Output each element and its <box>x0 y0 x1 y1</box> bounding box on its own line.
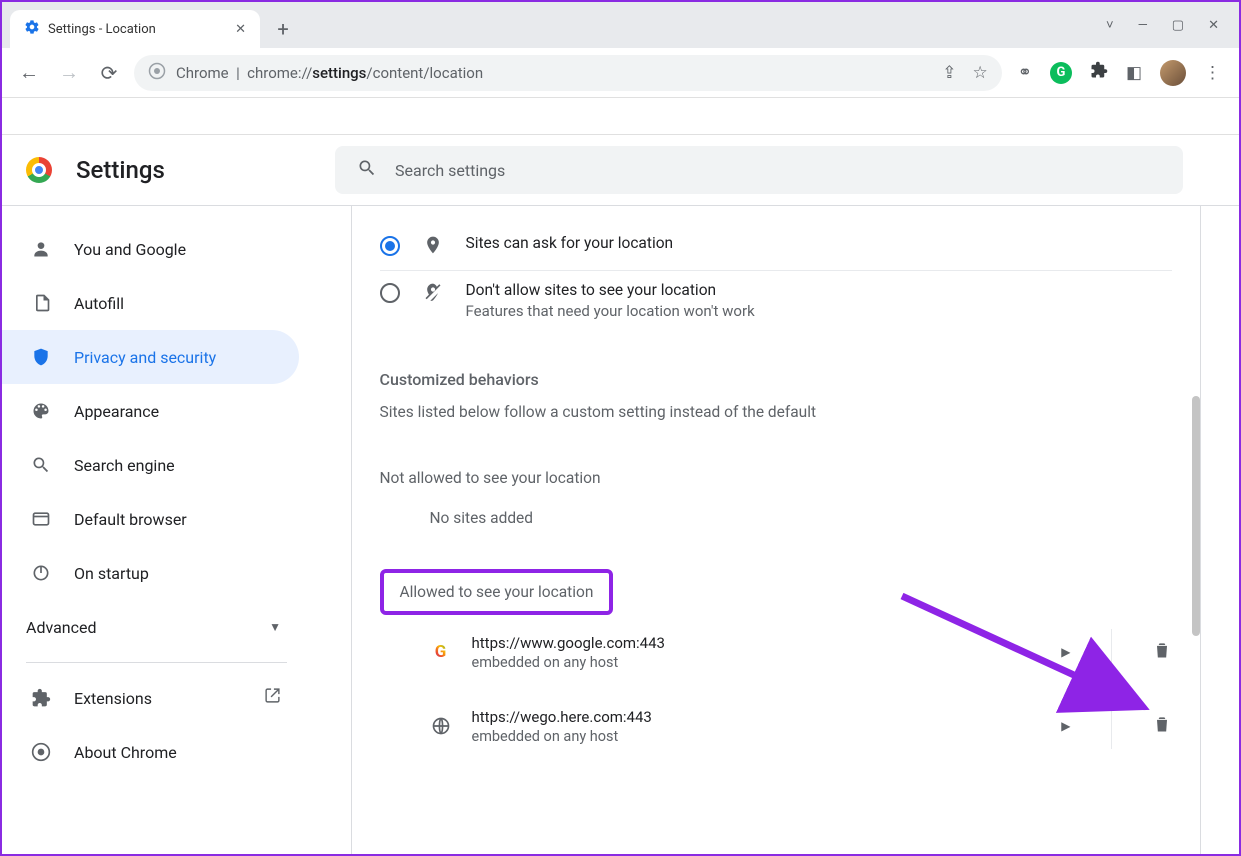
advanced-label: Advanced <box>26 618 97 637</box>
puzzle-icon <box>30 688 52 708</box>
browser-icon <box>30 509 52 529</box>
kebab-menu-icon[interactable]: ⋮ <box>1204 63 1221 83</box>
customized-behaviors-title: Customized behaviors <box>380 370 1172 389</box>
shield-icon <box>30 347 52 367</box>
radio-selected-icon[interactable] <box>380 236 400 256</box>
sidebar-item-label: Default browser <box>74 510 187 529</box>
settings-sidebar: You and Google Autofill Privacy and secu… <box>2 206 312 854</box>
external-link-icon <box>264 687 281 709</box>
radio-unselected-icon[interactable] <box>380 283 400 303</box>
browser-tab[interactable]: Settings - Location ✕ <box>10 10 260 48</box>
gear-icon <box>24 19 40 39</box>
extensions-puzzle-icon[interactable] <box>1090 61 1108 84</box>
search-settings-input[interactable]: Search settings <box>335 146 1183 194</box>
not-allowed-heading: Not allowed to see your location <box>380 469 1172 487</box>
address-bar[interactable]: Chrome | chrome://settings/content/locat… <box>134 55 1002 91</box>
allowed-site-row[interactable]: G https://www.google.com:443 embedded on… <box>380 615 1172 689</box>
delete-site-button[interactable] <box>1152 714 1172 738</box>
sidebar-item-label: Search engine <box>74 456 175 475</box>
extension-icon-1[interactable]: ⚭ <box>1018 63 1032 83</box>
grammarly-icon[interactable]: G <box>1050 62 1072 84</box>
chevron-down-icon[interactable]: ˅ <box>1106 17 1114 33</box>
chrome-grey-icon <box>30 742 52 762</box>
side-panel-icon[interactable]: ◧ <box>1126 63 1142 83</box>
url-text: Chrome | chrome://settings/content/locat… <box>176 64 483 82</box>
close-window-icon[interactable]: ✕ <box>1208 18 1219 33</box>
search-placeholder: Search settings <box>395 161 505 180</box>
sidebar-item-on-startup[interactable]: On startup <box>2 546 299 600</box>
sidebar-item-appearance[interactable]: Appearance <box>2 384 299 438</box>
sidebar-advanced[interactable]: Advanced ▼ <box>2 600 311 654</box>
scrollbar-thumb[interactable] <box>1192 396 1200 636</box>
search-icon <box>30 455 52 475</box>
site-url: https://wego.here.com:443 <box>472 708 652 726</box>
allowed-site-row[interactable]: https://wego.here.com:443 embedded on an… <box>380 689 1172 763</box>
star-icon[interactable]: ☆ <box>972 63 987 83</box>
page-title: Settings <box>76 156 165 184</box>
sidebar-item-search-engine[interactable]: Search engine <box>2 438 299 492</box>
chrome-logo <box>26 157 52 183</box>
delete-site-button[interactable] <box>1152 640 1172 664</box>
allowed-heading-highlight: Allowed to see your location <box>380 569 614 615</box>
google-favicon: G <box>430 641 452 663</box>
site-url: https://www.google.com:443 <box>472 634 665 652</box>
avatar[interactable] <box>1160 60 1186 86</box>
chrome-grey-icon <box>148 62 166 84</box>
sidebar-item-you-and-google[interactable]: You and Google <box>2 222 299 276</box>
sidebar-item-label: Privacy and security <box>74 348 216 367</box>
sidebar-item-label: Extensions <box>74 689 152 708</box>
site-sublabel: embedded on any host <box>472 654 665 671</box>
globe-favicon <box>430 715 452 737</box>
sidebar-item-label: Autofill <box>74 294 124 313</box>
sidebar-item-about-chrome[interactable]: About Chrome <box>2 725 299 779</box>
clipboard-icon <box>30 293 52 313</box>
tab-title: Settings - Location <box>48 22 156 37</box>
location-pin-icon <box>422 235 444 260</box>
chevron-right-icon[interactable]: ▶ <box>1061 719 1070 733</box>
browser-toolbar: ← → ⟳ Chrome | chrome://settings/content… <box>2 48 1239 98</box>
settings-header: Settings Search settings <box>2 135 1239 206</box>
main-panel: Sites can ask for your location Don't al… <box>312 206 1239 854</box>
customized-behaviors-desc: Sites listed below follow a custom setti… <box>380 403 1172 421</box>
user-icon <box>30 239 52 259</box>
allowed-heading: Allowed to see your location <box>400 583 594 601</box>
no-sites-added: No sites added <box>430 509 1172 527</box>
radio-sites-can-ask[interactable]: Sites can ask for your location <box>380 224 1172 270</box>
new-tab-button[interactable]: + <box>268 14 298 44</box>
site-sublabel: embedded on any host <box>472 728 652 745</box>
maximize-icon[interactable]: ▢ <box>1172 18 1184 33</box>
location-off-icon <box>422 282 444 307</box>
sidebar-item-default-browser[interactable]: Default browser <box>2 492 299 546</box>
radio-ask-title: Sites can ask for your location <box>466 234 674 252</box>
radio-dont-allow[interactable]: Don't allow sites to see your location F… <box>380 270 1172 330</box>
search-icon <box>357 158 377 182</box>
sidebar-item-label: About Chrome <box>74 743 177 762</box>
sidebar-item-privacy[interactable]: Privacy and security <box>2 330 299 384</box>
sidebar-item-label: Appearance <box>74 402 159 421</box>
share-icon[interactable]: ⇪ <box>942 63 956 83</box>
sidebar-item-autofill[interactable]: Autofill <box>2 276 299 330</box>
sidebar-item-label: You and Google <box>74 240 186 259</box>
back-button[interactable]: ← <box>14 58 44 88</box>
chevron-down-icon: ▼ <box>269 620 281 634</box>
minimize-icon[interactable]: — <box>1138 18 1148 33</box>
radio-block-title: Don't allow sites to see your location <box>466 281 755 299</box>
forward-button[interactable]: → <box>54 58 84 88</box>
sidebar-item-extensions[interactable]: Extensions <box>2 671 299 725</box>
window-controls: ˅ — ▢ ✕ <box>1106 2 1239 48</box>
power-icon <box>30 563 52 583</box>
chevron-right-icon[interactable]: ▶ <box>1061 645 1070 659</box>
reload-button[interactable]: ⟳ <box>94 58 124 88</box>
sidebar-item-label: On startup <box>74 564 149 583</box>
tab-strip: Settings - Location ✕ + ˅ — ▢ ✕ <box>2 2 1239 48</box>
radio-block-subtitle: Features that need your location won't w… <box>466 302 755 320</box>
close-tab-icon[interactable]: ✕ <box>235 22 246 37</box>
palette-icon <box>30 401 52 421</box>
